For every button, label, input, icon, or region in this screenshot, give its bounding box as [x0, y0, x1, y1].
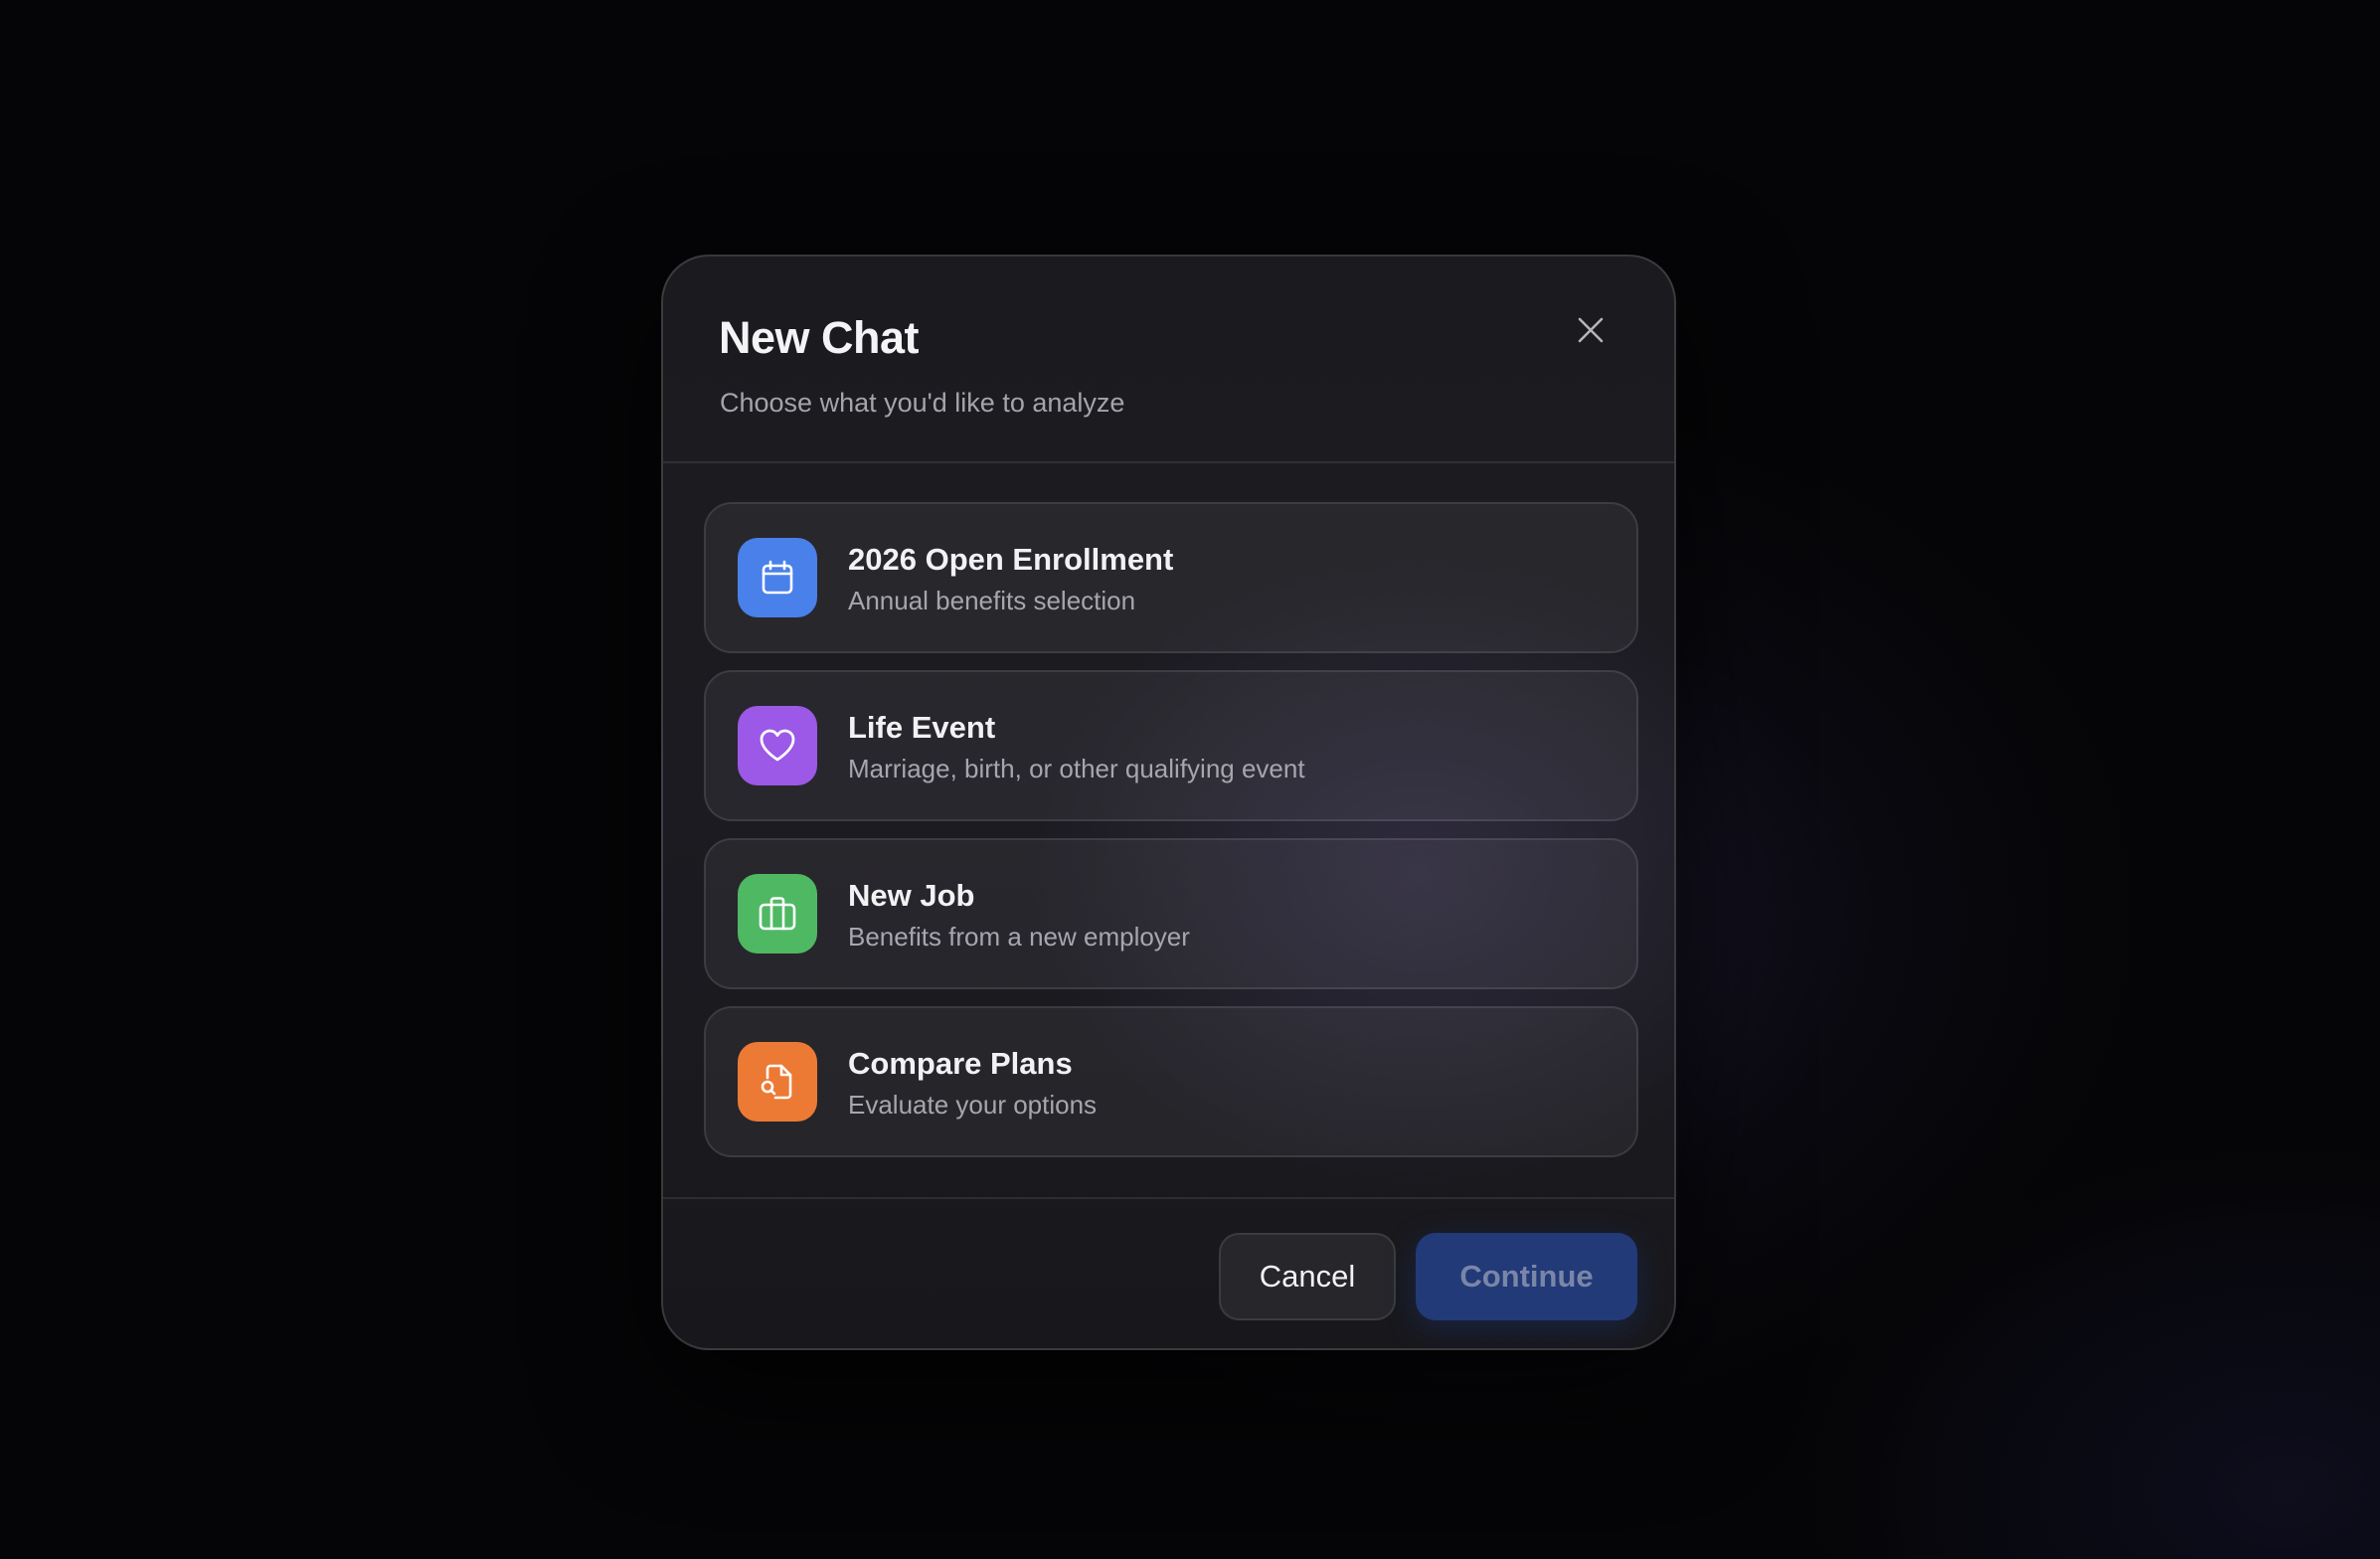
option-new-job[interactable]: New Job Benefits from a new employer — [704, 838, 1638, 989]
close-button[interactable] — [1563, 302, 1618, 358]
option-open-enrollment[interactable]: 2026 Open Enrollment Annual benefits sel… — [704, 502, 1638, 653]
new-chat-dialog: New Chat Choose what you'd like to analy… — [661, 255, 1676, 1350]
dialog-header: New Chat Choose what you'd like to analy… — [663, 257, 1674, 463]
option-description: Evaluate your options — [848, 1090, 1098, 1120]
option-list: 2026 Open Enrollment Annual benefits sel… — [704, 502, 1638, 1174]
calendar-icon — [759, 559, 796, 597]
option-life-event[interactable]: Life Event Marriage, birth, or other qua… — [704, 670, 1638, 821]
option-icon-box — [738, 538, 817, 617]
option-compare-plans[interactable]: Compare Plans Evaluate your options — [704, 1006, 1638, 1157]
heart-icon — [758, 726, 797, 766]
continue-button[interactable]: Continue — [1416, 1233, 1637, 1320]
option-icon-box — [738, 874, 817, 953]
close-icon — [1576, 315, 1606, 345]
option-description: Marriage, birth, or other qualifying eve… — [848, 754, 1305, 783]
option-icon-box — [738, 1042, 817, 1122]
option-title: Life Event — [848, 710, 996, 745]
dialog-subtitle: Choose what you'd like to analyze — [720, 388, 1125, 418]
file-search-icon — [758, 1062, 797, 1102]
briefcase-icon — [758, 894, 797, 934]
option-description: Benefits from a new employer — [848, 922, 1190, 952]
option-description: Annual benefits selection — [848, 586, 1136, 615]
cancel-button[interactable]: Cancel — [1219, 1233, 1396, 1320]
option-title: 2026 Open Enrollment — [848, 542, 1174, 577]
dialog-title: New Chat — [719, 312, 920, 363]
option-icon-box — [738, 706, 817, 785]
option-title: New Job — [848, 878, 975, 913]
option-title: Compare Plans — [848, 1046, 1073, 1081]
dialog-footer: Cancel Continue — [663, 1197, 1674, 1348]
